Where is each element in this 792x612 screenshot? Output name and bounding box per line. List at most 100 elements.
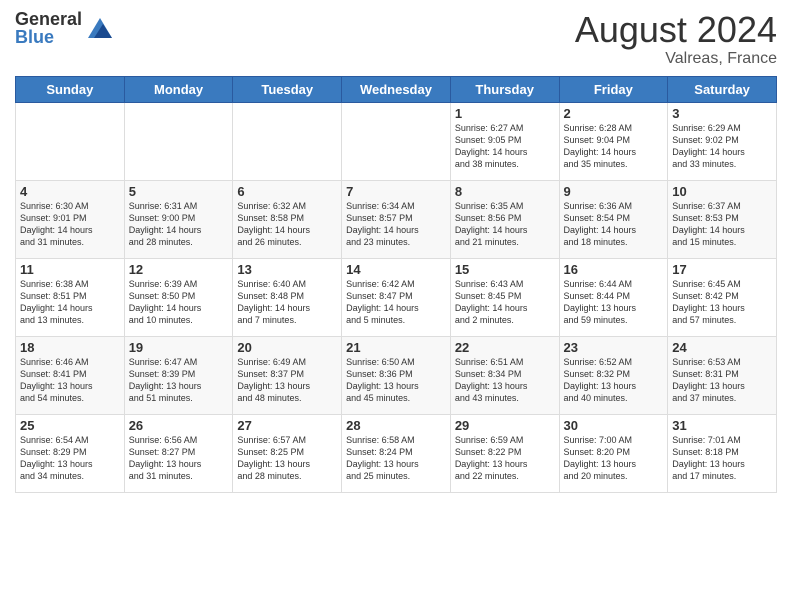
day-number: 10 (672, 184, 772, 199)
day-number: 23 (564, 340, 664, 355)
main-title: August 2024 (575, 10, 777, 50)
day-info: Sunrise: 6:30 AM Sunset: 9:01 PM Dayligh… (20, 200, 120, 249)
day-cell: 2Sunrise: 6:28 AM Sunset: 9:04 PM Daylig… (559, 102, 668, 180)
day-info: Sunrise: 6:43 AM Sunset: 8:45 PM Dayligh… (455, 278, 555, 327)
day-info: Sunrise: 6:58 AM Sunset: 8:24 PM Dayligh… (346, 434, 446, 483)
day-cell: 3Sunrise: 6:29 AM Sunset: 9:02 PM Daylig… (668, 102, 777, 180)
day-cell: 8Sunrise: 6:35 AM Sunset: 8:56 PM Daylig… (450, 180, 559, 258)
day-cell: 4Sunrise: 6:30 AM Sunset: 9:01 PM Daylig… (16, 180, 125, 258)
day-number: 15 (455, 262, 555, 277)
day-number: 4 (20, 184, 120, 199)
day-info: Sunrise: 6:40 AM Sunset: 8:48 PM Dayligh… (237, 278, 337, 327)
day-cell: 28Sunrise: 6:58 AM Sunset: 8:24 PM Dayli… (342, 414, 451, 492)
day-info: Sunrise: 6:38 AM Sunset: 8:51 PM Dayligh… (20, 278, 120, 327)
day-info: Sunrise: 6:44 AM Sunset: 8:44 PM Dayligh… (564, 278, 664, 327)
day-number: 29 (455, 418, 555, 433)
day-cell: 12Sunrise: 6:39 AM Sunset: 8:50 PM Dayli… (124, 258, 233, 336)
day-info: Sunrise: 6:31 AM Sunset: 9:00 PM Dayligh… (129, 200, 229, 249)
week-row-5: 25Sunrise: 6:54 AM Sunset: 8:29 PM Dayli… (16, 414, 777, 492)
weekday-header-row: SundayMondayTuesdayWednesdayThursdayFrid… (16, 76, 777, 102)
day-cell: 29Sunrise: 6:59 AM Sunset: 8:22 PM Dayli… (450, 414, 559, 492)
day-number: 25 (20, 418, 120, 433)
week-row-3: 11Sunrise: 6:38 AM Sunset: 8:51 PM Dayli… (16, 258, 777, 336)
day-info: Sunrise: 6:54 AM Sunset: 8:29 PM Dayligh… (20, 434, 120, 483)
day-number: 20 (237, 340, 337, 355)
day-number: 16 (564, 262, 664, 277)
day-number: 9 (564, 184, 664, 199)
day-info: Sunrise: 6:39 AM Sunset: 8:50 PM Dayligh… (129, 278, 229, 327)
day-cell (124, 102, 233, 180)
logo-icon (88, 18, 112, 38)
day-info: Sunrise: 7:01 AM Sunset: 8:18 PM Dayligh… (672, 434, 772, 483)
logo-text: General Blue (15, 10, 82, 46)
week-row-4: 18Sunrise: 6:46 AM Sunset: 8:41 PM Dayli… (16, 336, 777, 414)
day-cell: 10Sunrise: 6:37 AM Sunset: 8:53 PM Dayli… (668, 180, 777, 258)
day-cell: 7Sunrise: 6:34 AM Sunset: 8:57 PM Daylig… (342, 180, 451, 258)
day-number: 27 (237, 418, 337, 433)
day-number: 24 (672, 340, 772, 355)
day-info: Sunrise: 6:27 AM Sunset: 9:05 PM Dayligh… (455, 122, 555, 171)
weekday-header-wednesday: Wednesday (342, 76, 451, 102)
day-number: 19 (129, 340, 229, 355)
day-cell: 26Sunrise: 6:56 AM Sunset: 8:27 PM Dayli… (124, 414, 233, 492)
day-info: Sunrise: 6:28 AM Sunset: 9:04 PM Dayligh… (564, 122, 664, 171)
day-cell: 1Sunrise: 6:27 AM Sunset: 9:05 PM Daylig… (450, 102, 559, 180)
header: General Blue August 2024 Valreas, France (15, 10, 777, 68)
day-number: 22 (455, 340, 555, 355)
day-number: 14 (346, 262, 446, 277)
day-info: Sunrise: 6:42 AM Sunset: 8:47 PM Dayligh… (346, 278, 446, 327)
day-info: Sunrise: 6:46 AM Sunset: 8:41 PM Dayligh… (20, 356, 120, 405)
day-cell: 25Sunrise: 6:54 AM Sunset: 8:29 PM Dayli… (16, 414, 125, 492)
day-info: Sunrise: 6:51 AM Sunset: 8:34 PM Dayligh… (455, 356, 555, 405)
day-number: 17 (672, 262, 772, 277)
day-cell: 19Sunrise: 6:47 AM Sunset: 8:39 PM Dayli… (124, 336, 233, 414)
day-cell: 6Sunrise: 6:32 AM Sunset: 8:58 PM Daylig… (233, 180, 342, 258)
logo: General Blue (15, 10, 112, 46)
day-info: Sunrise: 6:56 AM Sunset: 8:27 PM Dayligh… (129, 434, 229, 483)
day-info: Sunrise: 6:36 AM Sunset: 8:54 PM Dayligh… (564, 200, 664, 249)
day-number: 18 (20, 340, 120, 355)
day-info: Sunrise: 6:59 AM Sunset: 8:22 PM Dayligh… (455, 434, 555, 483)
day-info: Sunrise: 6:53 AM Sunset: 8:31 PM Dayligh… (672, 356, 772, 405)
day-number: 3 (672, 106, 772, 121)
calendar: SundayMondayTuesdayWednesdayThursdayFrid… (15, 76, 777, 493)
weekday-header-sunday: Sunday (16, 76, 125, 102)
day-number: 1 (455, 106, 555, 121)
day-cell: 20Sunrise: 6:49 AM Sunset: 8:37 PM Dayli… (233, 336, 342, 414)
day-info: Sunrise: 7:00 AM Sunset: 8:20 PM Dayligh… (564, 434, 664, 483)
day-cell: 27Sunrise: 6:57 AM Sunset: 8:25 PM Dayli… (233, 414, 342, 492)
day-cell: 5Sunrise: 6:31 AM Sunset: 9:00 PM Daylig… (124, 180, 233, 258)
day-number: 26 (129, 418, 229, 433)
day-cell (342, 102, 451, 180)
title-block: August 2024 Valreas, France (575, 10, 777, 68)
day-number: 8 (455, 184, 555, 199)
day-cell: 30Sunrise: 7:00 AM Sunset: 8:20 PM Dayli… (559, 414, 668, 492)
day-number: 21 (346, 340, 446, 355)
day-cell: 17Sunrise: 6:45 AM Sunset: 8:42 PM Dayli… (668, 258, 777, 336)
day-cell: 18Sunrise: 6:46 AM Sunset: 8:41 PM Dayli… (16, 336, 125, 414)
day-info: Sunrise: 6:47 AM Sunset: 8:39 PM Dayligh… (129, 356, 229, 405)
day-cell: 15Sunrise: 6:43 AM Sunset: 8:45 PM Dayli… (450, 258, 559, 336)
day-cell: 21Sunrise: 6:50 AM Sunset: 8:36 PM Dayli… (342, 336, 451, 414)
day-cell: 16Sunrise: 6:44 AM Sunset: 8:44 PM Dayli… (559, 258, 668, 336)
weekday-header-friday: Friday (559, 76, 668, 102)
subtitle: Valreas, France (575, 50, 777, 68)
day-cell: 9Sunrise: 6:36 AM Sunset: 8:54 PM Daylig… (559, 180, 668, 258)
day-number: 6 (237, 184, 337, 199)
day-info: Sunrise: 6:50 AM Sunset: 8:36 PM Dayligh… (346, 356, 446, 405)
day-cell: 24Sunrise: 6:53 AM Sunset: 8:31 PM Dayli… (668, 336, 777, 414)
day-number: 2 (564, 106, 664, 121)
day-info: Sunrise: 6:37 AM Sunset: 8:53 PM Dayligh… (672, 200, 772, 249)
logo-blue: Blue (15, 28, 82, 46)
weekday-header-monday: Monday (124, 76, 233, 102)
day-number: 7 (346, 184, 446, 199)
page: General Blue August 2024 Valreas, France… (0, 0, 792, 612)
day-number: 5 (129, 184, 229, 199)
logo-general: General (15, 10, 82, 28)
day-info: Sunrise: 6:49 AM Sunset: 8:37 PM Dayligh… (237, 356, 337, 405)
day-number: 11 (20, 262, 120, 277)
day-cell: 31Sunrise: 7:01 AM Sunset: 8:18 PM Dayli… (668, 414, 777, 492)
week-row-2: 4Sunrise: 6:30 AM Sunset: 9:01 PM Daylig… (16, 180, 777, 258)
day-info: Sunrise: 6:35 AM Sunset: 8:56 PM Dayligh… (455, 200, 555, 249)
day-number: 31 (672, 418, 772, 433)
